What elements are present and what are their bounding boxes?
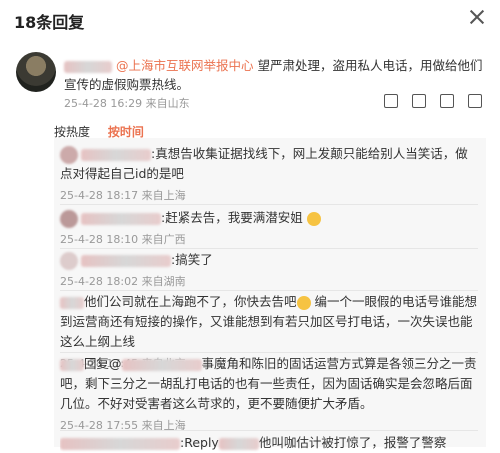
mention-link[interactable]: @上海市互联网举报中心 [116,58,254,73]
username-redacted[interactable] [60,358,84,371]
username-redacted[interactable] [81,254,171,267]
reply-meta: 25-4-28 18:02 来自湖南 [60,275,186,288]
emoji-icon [306,211,321,226]
divider [60,352,478,353]
reply-text: :Reply [180,435,219,450]
list-item: :Reply 他叫咖估计被打惊了，报警了警察 [60,433,478,453]
main-comment-text: @上海市互联网举报中心 望严肃处理，盗用私人电话，用做给他们宣传的虚假购票热线。 [64,56,484,94]
avatar[interactable] [60,251,78,270]
tab-hot[interactable]: 按热度 [54,125,90,139]
main-comment-meta: 25-4-28 16:29 来自山东 [64,97,190,110]
username-redacted[interactable] [218,437,259,450]
reply-text: :赶紧去告，我要满潜安姐 [161,210,303,225]
like-icon[interactable] [468,94,482,108]
replies-dialog: 18条回复 @上海市互联网举报中心 望严肃处理，盗用私人电话，用做给他们宣传的虚… [0,0,500,450]
divider [60,290,478,291]
divider [60,248,478,249]
reply-text: :搞笑了 [171,252,213,267]
emoji-icon [296,295,311,310]
divider [60,204,478,205]
close-icon[interactable] [466,6,488,28]
report-icon[interactable] [384,94,398,108]
reply-text: 他们公司就在上海跑不了，你快去告吧 [84,294,297,309]
reply-list: :真想告收集证据找线下，网上发颠只能给别人当笑话，做点对得起自己id的是吧 25… [54,138,486,450]
list-item: :赶紧去告，我要满潜安姐 25-4-28 18:10 来自广西 [60,208,478,250]
divider [60,430,478,431]
tab-time[interactable]: 按时间 [108,125,144,139]
action-icons [384,94,482,108]
list-item: 回复@ 事魔角和陈旧的固话运营方式算是各领三分之一责吧，剩下三分之一胡乱打电话的也… [60,354,478,436]
avatar[interactable] [60,145,78,164]
username-redacted[interactable] [81,212,161,225]
dialog-title: 18条回复 [14,13,85,32]
username-redacted[interactable] [121,358,202,371]
username-redacted[interactable] [60,437,180,450]
list-item: :搞笑了 25-4-28 18:02 来自湖南 [60,250,478,292]
comment-icon[interactable] [440,94,454,108]
reply-prefix: 回复@ [84,356,122,371]
avatar[interactable] [60,209,78,228]
username-redacted[interactable] [81,148,151,161]
username-redacted[interactable] [64,60,112,73]
list-item: :真想告收集证据找线下，网上发颠只能给别人当笑话，做点对得起自己id的是吧 25… [60,144,478,206]
reply-text-cont: 他叫咖估计被打惊了，报警了警察 [258,435,447,450]
username-redacted[interactable] [60,296,84,309]
reply-meta: 25-4-28 18:10 来自广西 [60,233,186,246]
avatar[interactable] [16,52,56,92]
forward-icon[interactable] [412,94,426,108]
reply-meta: 25-4-28 18:17 来自上海 [60,189,186,202]
